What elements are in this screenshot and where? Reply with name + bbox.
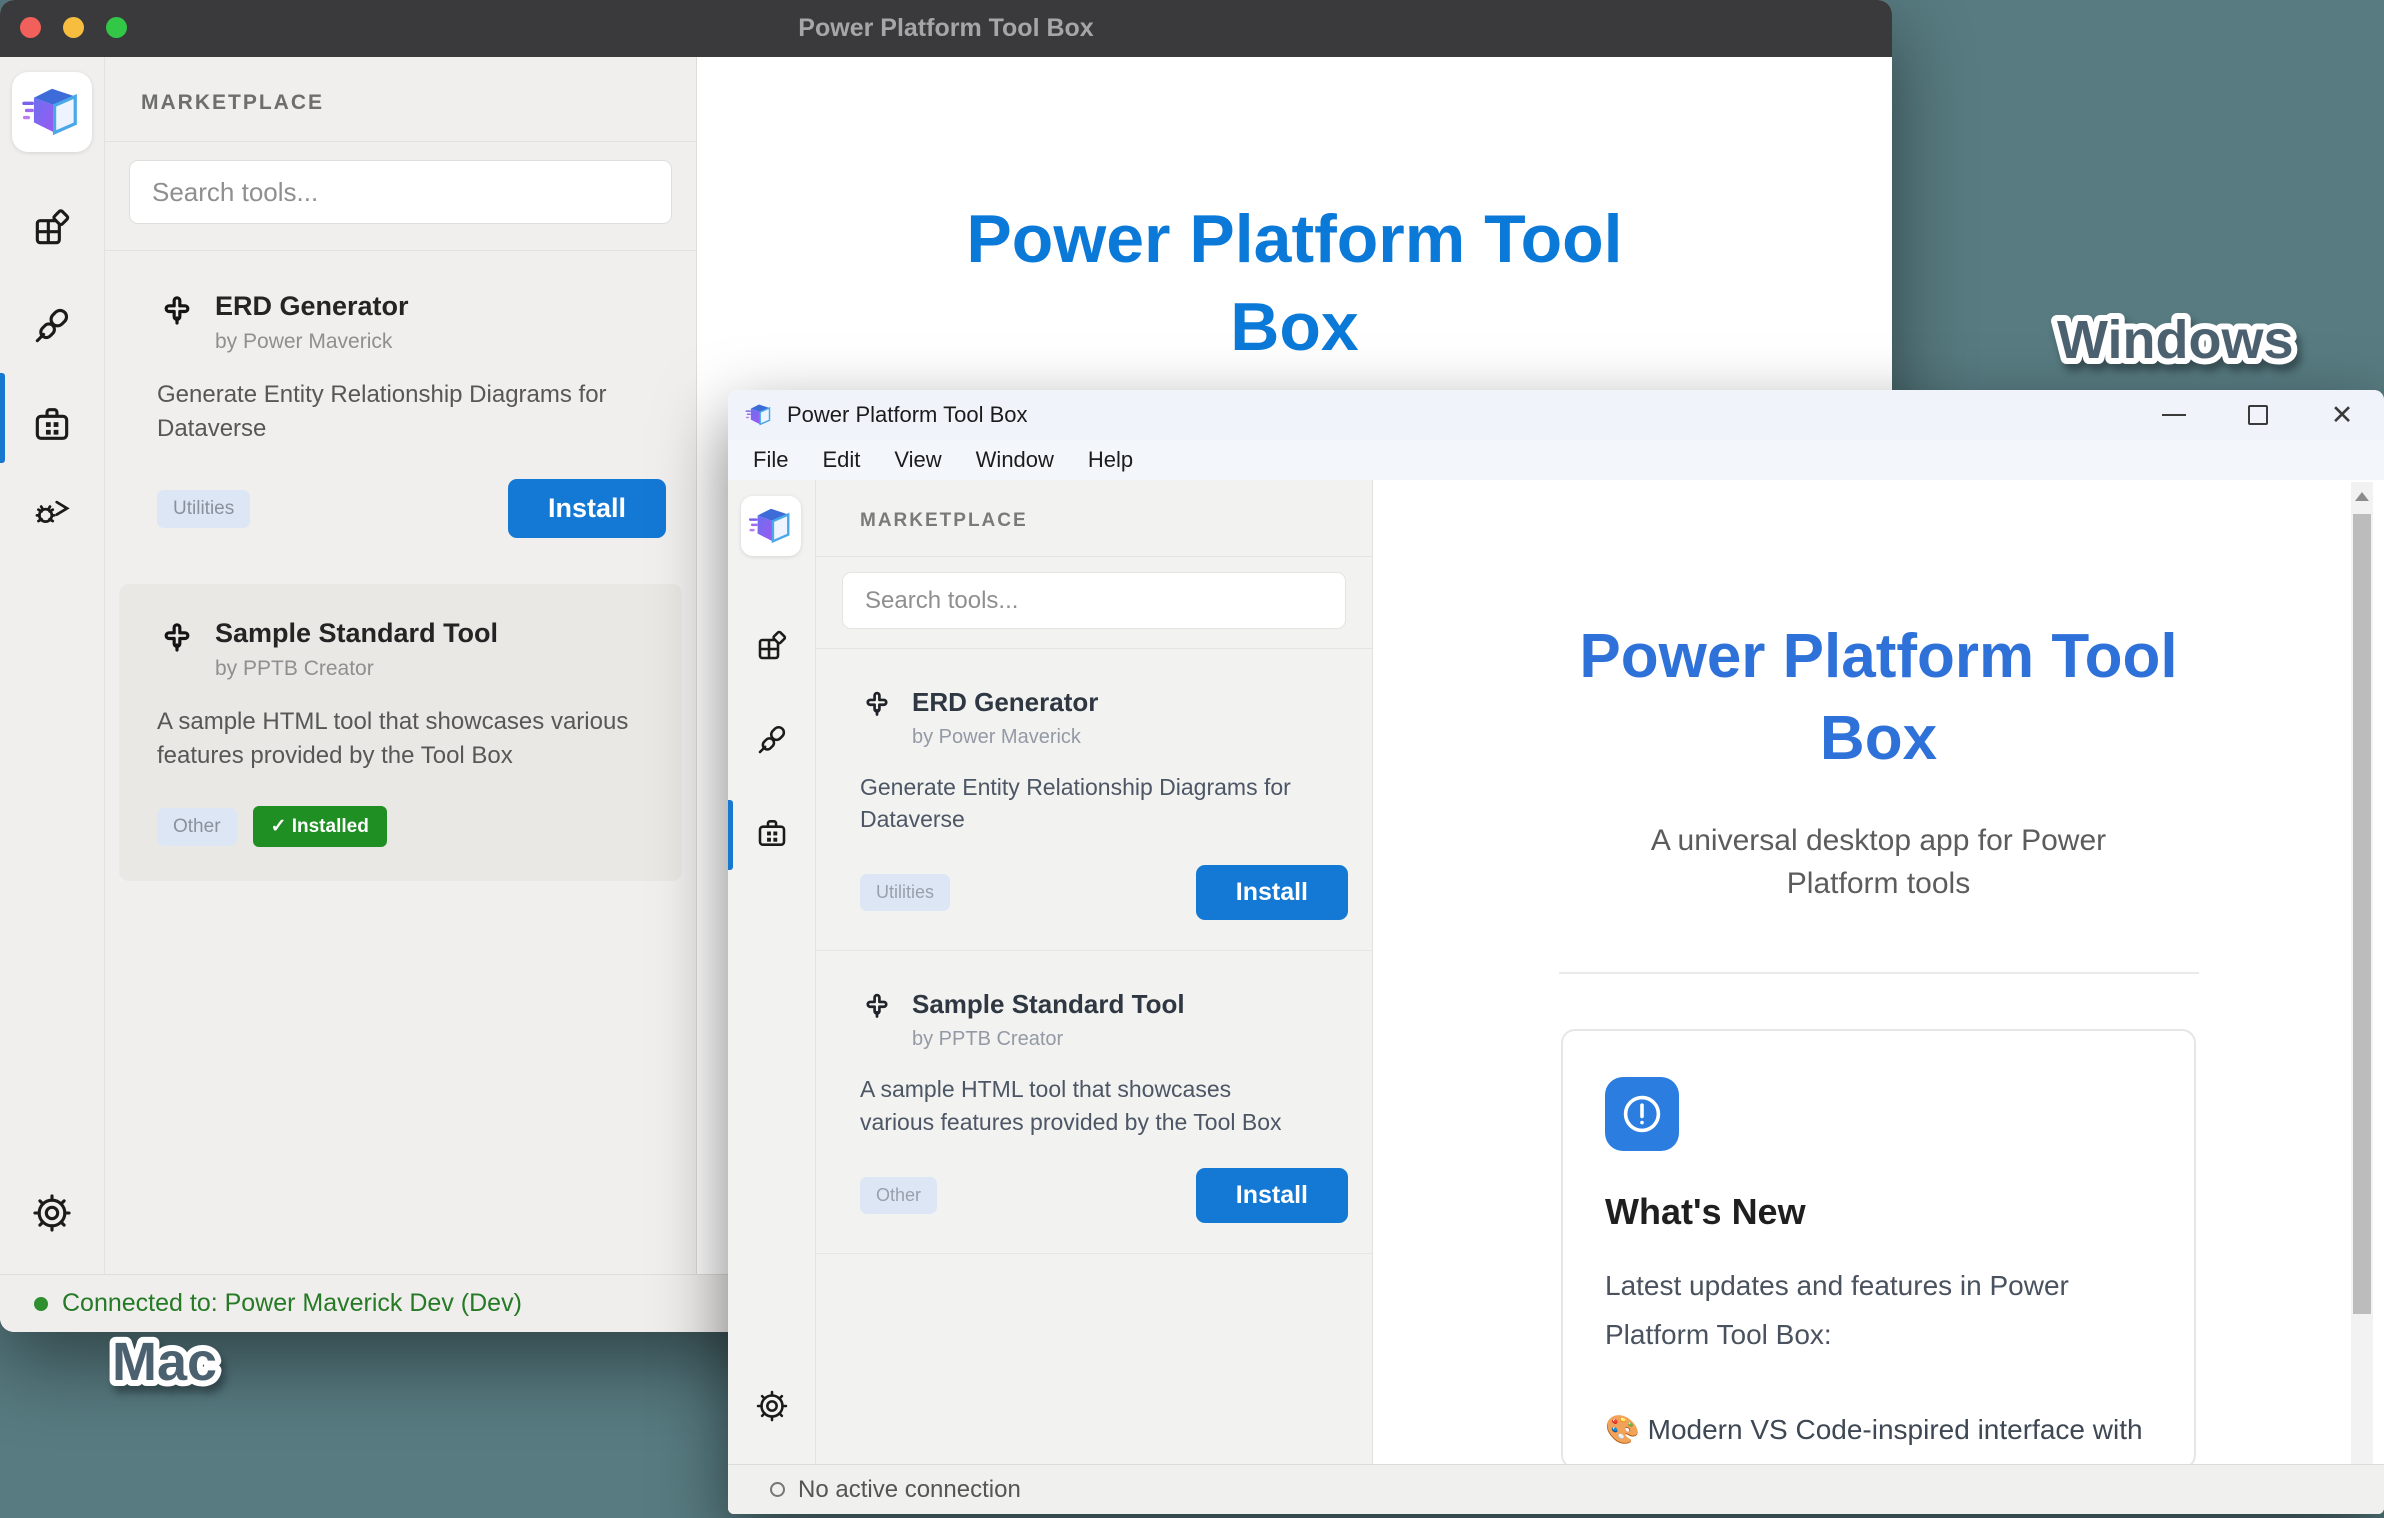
tool-card-erd-generator[interactable]: ERD Generator by Power Maverick Generate… xyxy=(816,649,1372,951)
scrollbar-thumb[interactable] xyxy=(2353,514,2371,1314)
windows-window-title: Power Platform Tool Box xyxy=(787,402,1027,428)
pptb-cube-logo-icon xyxy=(21,81,83,143)
settings-gear-icon[interactable] xyxy=(30,1191,74,1235)
marketplace-header: MARKETPLACE xyxy=(816,480,1372,557)
mac-titlebar[interactable]: Power Platform Tool Box xyxy=(0,0,1892,57)
tool-name: ERD Generator xyxy=(912,687,1098,718)
whats-new-bullet: 🎨 Modern VS Code-inspired interface with… xyxy=(1605,1405,2145,1464)
info-circle-icon xyxy=(1605,1077,1679,1151)
menu-window[interactable]: Window xyxy=(959,447,1071,473)
tool-byline: by PPTB Creator xyxy=(215,657,498,681)
tool-description: Generate Entity Relationship Diagrams fo… xyxy=(860,771,1300,835)
pptb-cube-logo-icon xyxy=(748,503,794,549)
svg-text:Windows: Windows xyxy=(2057,310,2294,370)
tool-description: Generate Entity Relationship Diagrams fo… xyxy=(157,378,637,445)
tool-byline: by PPTB Creator xyxy=(912,1028,1185,1051)
windows-marketplace-panel: MARKETPLACE ERD Generator by Power Maver… xyxy=(816,480,1373,1464)
extensions-icon[interactable] xyxy=(30,206,74,250)
minimize-button[interactable] xyxy=(2132,390,2216,440)
mac-platform-label: Mac xyxy=(100,1312,320,1412)
scroll-up-arrow-icon[interactable] xyxy=(2355,492,2369,501)
active-tab-indicator xyxy=(0,373,5,463)
marketplace-title: MARKETPLACE xyxy=(141,91,660,115)
tool-name: Sample Standard Tool xyxy=(215,618,498,649)
connected-dot-icon xyxy=(34,1297,48,1311)
whats-new-intro: Latest updates and features in Power Pla… xyxy=(1605,1261,2125,1359)
tool-description: A sample HTML tool that showcases variou… xyxy=(860,1073,1300,1137)
active-tab-indicator xyxy=(728,800,733,870)
tool-card-erd-generator[interactable]: ERD Generator by Power Maverick Generate… xyxy=(105,251,696,572)
svg-text:Mac: Mac xyxy=(112,1332,217,1392)
extensions-icon[interactable] xyxy=(754,628,790,664)
category-badge: Other xyxy=(860,1177,937,1214)
install-button[interactable]: Install xyxy=(508,479,666,538)
windows-page-subtitle: A universal desktop app for Power Platfo… xyxy=(1599,819,2159,906)
marketplace-toolbox-icon[interactable] xyxy=(754,815,790,851)
tool-name: Sample Standard Tool xyxy=(912,989,1185,1020)
app-logo-tile[interactable] xyxy=(741,496,801,556)
tool-name: ERD Generator xyxy=(215,291,409,322)
debug-icon[interactable] xyxy=(30,486,74,530)
mac-minimize-button[interactable] xyxy=(63,17,84,38)
tool-plus-icon xyxy=(157,293,197,333)
menu-file[interactable]: File xyxy=(736,447,805,473)
maximize-button[interactable] xyxy=(2216,390,2300,440)
tool-byline: by Power Maverick xyxy=(912,726,1098,749)
content-divider xyxy=(1559,972,2199,974)
search-container xyxy=(105,142,696,251)
category-badge: Other xyxy=(157,808,237,846)
menu-help[interactable]: Help xyxy=(1071,447,1150,473)
connection-status-text: No active connection xyxy=(798,1476,1021,1504)
windows-activity-bar xyxy=(728,480,816,1464)
disconnected-ring-icon xyxy=(770,1482,785,1497)
app-logo-tile[interactable] xyxy=(12,72,92,152)
install-button[interactable]: Install xyxy=(1196,865,1348,920)
windows-status-bar: No active connection xyxy=(728,1464,2384,1514)
marketplace-toolbox-icon[interactable] xyxy=(30,402,74,446)
plug-icon[interactable] xyxy=(754,722,790,758)
mac-traffic-lights xyxy=(20,17,127,38)
tool-card-sample-standard-tool[interactable]: Sample Standard Tool by PPTB Creator A s… xyxy=(816,951,1372,1253)
tool-plus-icon xyxy=(860,689,894,723)
windows-titlebar[interactable]: Power Platform Tool Box ✕ xyxy=(728,390,2384,440)
mac-activity-bar xyxy=(0,57,105,1274)
install-button[interactable]: Install xyxy=(1196,1168,1348,1223)
windows-app-window: Power Platform Tool Box ✕ File Edit View… xyxy=(728,390,2384,1514)
mac-zoom-button[interactable] xyxy=(106,17,127,38)
mac-close-button[interactable] xyxy=(20,17,41,38)
minimize-icon xyxy=(2162,414,2186,416)
marketplace-header: MARKETPLACE xyxy=(105,57,696,142)
windows-page-title: Power Platform Tool Box xyxy=(1549,616,2209,781)
whats-new-card: What's New Latest updates and features i… xyxy=(1561,1029,2196,1464)
marketplace-title: MARKETPLACE xyxy=(860,510,1328,532)
tool-plus-icon xyxy=(157,620,197,660)
menu-edit[interactable]: Edit xyxy=(805,447,877,473)
search-input[interactable] xyxy=(129,160,672,224)
windows-main-content: Power Platform Tool Box A universal desk… xyxy=(1373,480,2384,1464)
app-logo-icon xyxy=(745,401,773,429)
settings-gear-icon[interactable] xyxy=(754,1388,790,1424)
mac-window-title: Power Platform Tool Box xyxy=(798,14,1093,43)
search-container xyxy=(816,557,1372,649)
tool-card-sample-standard-tool[interactable]: Sample Standard Tool by PPTB Creator A s… xyxy=(119,584,682,881)
tool-description: A sample HTML tool that showcases variou… xyxy=(157,705,637,772)
search-input[interactable] xyxy=(842,572,1346,629)
whats-new-title: What's New xyxy=(1605,1191,2152,1233)
windows-platform-label: Windows xyxy=(2045,290,2375,390)
tool-byline: by Power Maverick xyxy=(215,330,409,354)
menu-bar: File Edit View Window Help xyxy=(728,440,2384,480)
menu-view[interactable]: View xyxy=(877,447,958,473)
maximize-icon xyxy=(2248,405,2268,425)
installed-badge: ✓ Installed xyxy=(253,806,387,847)
category-badge: Utilities xyxy=(860,874,950,911)
close-button[interactable]: ✕ xyxy=(2300,390,2384,440)
mac-page-title: Power Platform Tool Box xyxy=(910,195,1680,372)
tool-plus-icon xyxy=(860,991,894,1025)
plug-icon[interactable] xyxy=(30,304,74,348)
vertical-scrollbar[interactable] xyxy=(2351,482,2373,1464)
mac-marketplace-panel: MARKETPLACE ERD Generator by Power Maver… xyxy=(105,57,697,1274)
category-badge: Utilities xyxy=(157,490,250,528)
